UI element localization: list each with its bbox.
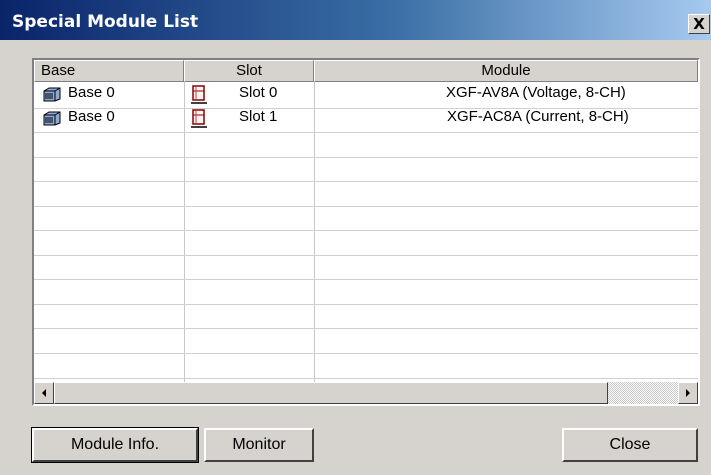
scrollbar-thumb[interactable]: [54, 382, 608, 404]
cell-slot: Slot 0: [239, 84, 278, 101]
slot-icon: [191, 109, 207, 128]
grid-hline: [34, 157, 698, 158]
module-list[interactable]: Base Slot Module Base 0 Slot 0 XGF-AV8A …: [32, 58, 700, 406]
scroll-left-button[interactable]: [34, 382, 54, 404]
grid-hline: [34, 206, 698, 207]
cell-slot: Slot 1: [239, 108, 278, 125]
cell-base: Base 0: [68, 84, 115, 101]
horizontal-scrollbar[interactable]: [34, 382, 698, 404]
base-module-icon: [43, 87, 61, 102]
slot-icon: [191, 85, 207, 104]
grid-hline: [34, 255, 698, 256]
grid-hline: [34, 304, 698, 305]
grid-hline: [34, 328, 698, 329]
special-module-list-dialog: Special Module List X Base Slot Module B…: [0, 0, 711, 475]
grid-hline: [34, 279, 698, 280]
grid-vline: [314, 82, 315, 382]
scroll-right-button[interactable]: [678, 382, 698, 404]
cell-module: XGF-AC8A (Current, 8-CH): [447, 108, 629, 125]
close-icon[interactable]: X: [688, 14, 710, 34]
grid-vline: [184, 82, 185, 382]
module-info-button[interactable]: Module Info.: [31, 427, 199, 463]
column-header-slot[interactable]: Slot: [184, 60, 314, 82]
dialog-title: Special Module List: [12, 12, 199, 32]
column-header-base[interactable]: Base: [34, 60, 184, 82]
cell-module: XGF-AV8A (Voltage, 8-CH): [446, 84, 626, 101]
grid-hline: [34, 378, 698, 379]
grid-hline: [34, 353, 698, 354]
arrow-right-icon: [686, 389, 690, 397]
scrollbar-track[interactable]: [608, 382, 678, 404]
arrow-left-icon: [42, 389, 46, 397]
cell-base: Base 0: [68, 108, 115, 125]
grid-hline: [34, 230, 698, 231]
monitor-button[interactable]: Monitor: [204, 428, 314, 462]
grid-hline: [34, 132, 698, 133]
title-bar[interactable]: Special Module List: [0, 0, 711, 40]
base-module-icon: [43, 111, 61, 126]
close-button[interactable]: Close: [562, 428, 698, 462]
column-header-module[interactable]: Module: [314, 60, 698, 82]
grid-hline: [34, 181, 698, 182]
